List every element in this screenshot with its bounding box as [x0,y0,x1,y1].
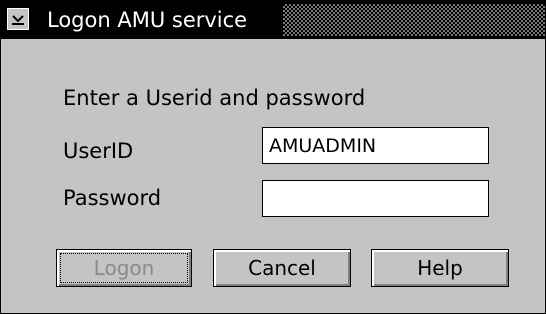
title-bar-pattern [283,4,545,36]
logon-button[interactable]: Logon [56,249,192,287]
prompt-text: Enter a Userid and password [63,86,366,110]
window-title: Logon AMU service [47,8,248,32]
userid-input[interactable] [262,127,489,164]
title-bar[interactable]: Logon AMU service [1,1,545,39]
help-button[interactable]: Help [371,249,509,287]
password-label: Password [63,186,162,210]
cancel-button[interactable]: Cancel [213,249,351,287]
down-arrow-icon [12,15,24,25]
logon-dialog: Logon AMU service Enter a Userid and pas… [0,0,546,314]
password-input[interactable] [262,180,489,217]
system-menu-button[interactable] [7,8,29,30]
userid-label: UserID [63,139,134,163]
